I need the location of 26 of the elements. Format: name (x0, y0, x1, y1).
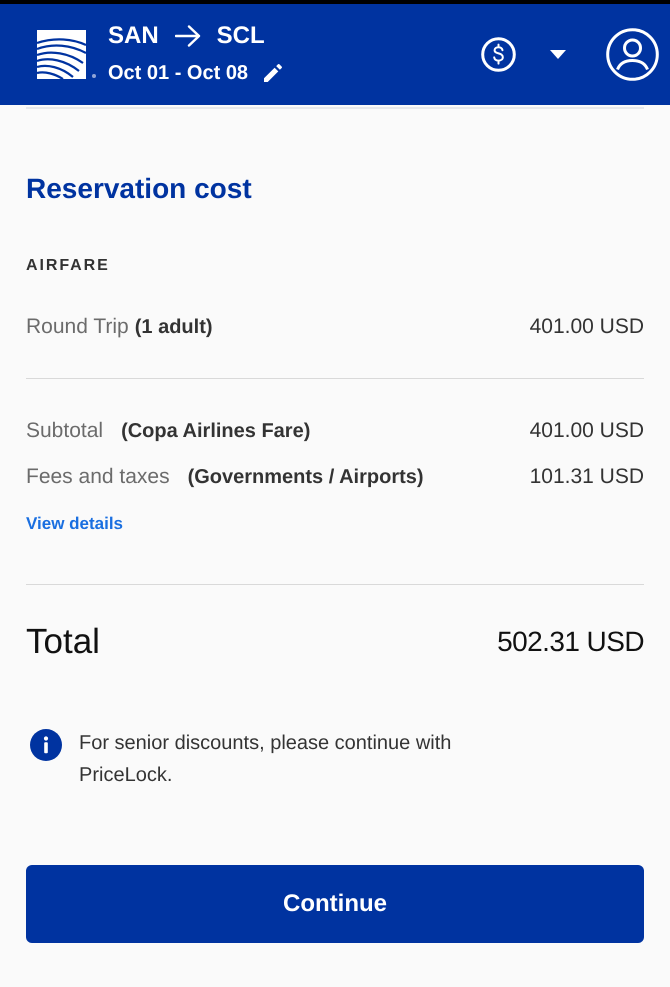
line-label: Round Trip (26, 314, 129, 340)
line-label: Subtotal (26, 418, 104, 444)
line-note: (Governments / Airports) (188, 465, 424, 490)
caret-down-icon[interactable] (550, 50, 566, 59)
total-amount: 502.31 USD (497, 625, 644, 659)
destination-code: SCL (216, 21, 265, 51)
trip-dates: Oct 01 - Oct 08 (108, 61, 248, 86)
arrow-right-icon (174, 25, 201, 47)
line-amount: 401.00 USD (530, 314, 644, 340)
line-amount: 401.00 USD (530, 418, 644, 444)
section-title: Reservation cost (26, 172, 252, 206)
line-label: Fees and taxes (26, 464, 170, 490)
line-note: (1 adult) (134, 315, 213, 340)
line-note: (Copa Airlines Fare) (121, 419, 310, 444)
origin-code: SAN (108, 21, 159, 51)
total-label: Total (26, 622, 100, 662)
senior-discount-notice: For senior discounts, please continue with PriceLock. (79, 731, 452, 788)
line-amount: 101.31 USD (530, 464, 644, 490)
logo (37, 28, 97, 80)
profile-icon[interactable] (606, 28, 659, 81)
info-icon (30, 729, 62, 761)
category-label: AIRFARE (26, 256, 110, 276)
currency-icon[interactable] (481, 37, 516, 72)
edit-icon[interactable] (264, 64, 282, 82)
view-details-link[interactable]: View details (26, 513, 124, 535)
continue-button[interactable]: Continue (26, 865, 644, 943)
